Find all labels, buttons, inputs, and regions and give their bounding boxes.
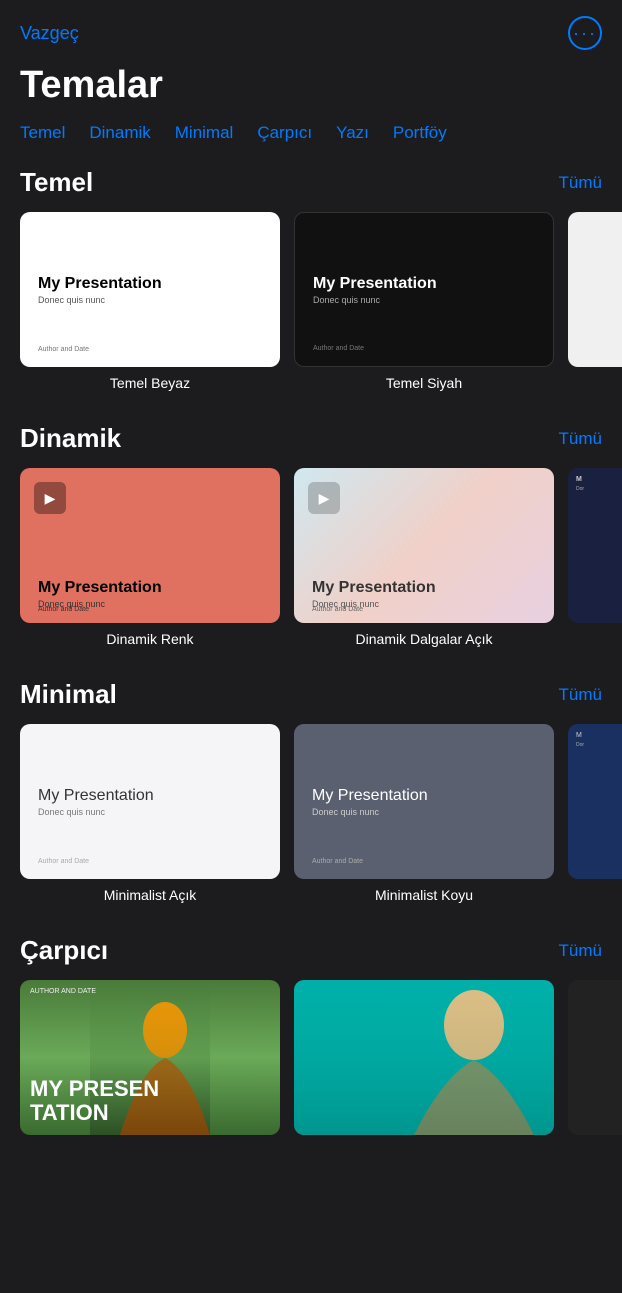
page-title: Temalar xyxy=(0,58,622,123)
top-bar: Vazgeç ··· xyxy=(0,0,622,58)
card-temel-beyaz-label: Temel Beyaz xyxy=(110,375,190,391)
filter-tab-minimal[interactable]: Minimal xyxy=(175,123,234,143)
section-header-minimal: Minimal Tümü xyxy=(0,671,622,724)
card-wrapper-carpici-1: AUTHOR AND DATE MY PRESENTATION xyxy=(20,980,280,1143)
section-header-carpici: Çarpıcı Tümü xyxy=(0,927,622,980)
card-temel-partial[interactable] xyxy=(568,212,622,367)
card-temel-siyah[interactable]: My Presentation Donec quis nunc Author a… xyxy=(294,212,554,367)
card-temel-beyaz-author: Author and Date xyxy=(38,346,89,353)
minimal-cards-row: My Presentation Donec quis nunc Author a… xyxy=(0,724,622,903)
section-title-minimal: Minimal xyxy=(20,679,117,710)
filter-tabs: Temel Dinamik Minimal Çarpıcı Yazı Portf… xyxy=(0,123,622,159)
cancel-button[interactable]: Vazgeç xyxy=(20,23,79,44)
more-icon: ··· xyxy=(573,24,597,42)
card-minimal-partial[interactable]: M Dor xyxy=(568,724,622,879)
card-wrapper-carpici-partial xyxy=(568,980,622,1143)
card-wrapper-carpici-2 xyxy=(294,980,554,1143)
section-header-temel: Temel Tümü xyxy=(0,159,622,212)
filter-tab-yazi[interactable]: Yazı xyxy=(336,123,369,143)
card-minimalist-acik-label: Minimalist Açık xyxy=(104,887,197,903)
section-title-carpici: Çarpıcı xyxy=(20,935,108,966)
carpici-1-author-text: AUTHOR AND DATE xyxy=(30,988,96,995)
card-wrapper-temel-beyaz: My Presentation Donec quis nunc Author a… xyxy=(20,212,280,391)
dinamik-cards-row: ▶ My Presentation Donec quis nunc Author… xyxy=(0,468,622,647)
section-all-carpici[interactable]: Tümü xyxy=(559,941,602,961)
section-minimal: Minimal Tümü My Presentation Donec quis … xyxy=(0,671,622,927)
card-carpici-1[interactable]: AUTHOR AND DATE MY PRESENTATION xyxy=(20,980,280,1135)
card-minimalist-koyu-title: My Presentation xyxy=(312,787,536,805)
card-dinamik-dalgalar-title: My Presentation xyxy=(312,579,536,597)
card-minimalist-acik-sub: Donec quis nunc xyxy=(38,807,262,817)
card-dinamik-renk-title: My Presentation xyxy=(38,579,262,597)
card-temel-siyah-sub: Donec quis nunc xyxy=(313,295,535,305)
section-carpici: Çarpıcı Tümü xyxy=(0,927,622,1167)
section-dinamik: Dinamik Tümü ▶ My Presentation Donec qui… xyxy=(0,415,622,671)
card-dinamik-partial[interactable]: M Dor xyxy=(568,468,622,623)
play-icon-dinamik-dalgalar: ▶ xyxy=(308,482,340,514)
filter-tab-temel[interactable]: Temel xyxy=(20,123,65,143)
card-dinamik-renk-label: Dinamik Renk xyxy=(106,631,193,647)
carpici-cards-row: AUTHOR AND DATE MY PRESENTATION xyxy=(0,980,622,1143)
card-temel-siyah-author: Author and Date xyxy=(313,345,364,352)
card-minimalist-acik[interactable]: My Presentation Donec quis nunc Author a… xyxy=(20,724,280,879)
filter-tab-dinamik[interactable]: Dinamik xyxy=(89,123,150,143)
card-wrapper-dinamik-dalgalar: ▶ My Presentation Donec quis nunc Author… xyxy=(294,468,554,647)
card-minimalist-acik-title: My Presentation xyxy=(38,787,262,805)
card-temel-beyaz-title: My Presentation xyxy=(38,275,262,293)
card-temel-beyaz[interactable]: My Presentation Donec quis nunc Author a… xyxy=(20,212,280,367)
card-wrapper-minimalist-acik: My Presentation Donec quis nunc Author a… xyxy=(20,724,280,903)
card-dinamik-renk[interactable]: ▶ My Presentation Donec quis nunc Author… xyxy=(20,468,280,623)
card-minimalist-koyu-sub: Donec quis nunc xyxy=(312,807,536,817)
temel-cards-row: My Presentation Donec quis nunc Author a… xyxy=(0,212,622,391)
section-title-dinamik: Dinamik xyxy=(20,423,121,454)
card-temel-siyah-label: Temel Siyah xyxy=(386,375,462,391)
section-temel: Temel Tümü My Presentation Donec quis nu… xyxy=(0,159,622,415)
section-all-minimal[interactable]: Tümü xyxy=(559,685,602,705)
card-minimalist-koyu-label: Minimalist Koyu xyxy=(375,887,473,903)
card-wrapper-minimal-partial: M Dor xyxy=(568,724,622,903)
card-dinamik-dalgalar-label: Dinamik Dalgalar Açık xyxy=(356,631,493,647)
play-icon-dinamik-renk: ▶ xyxy=(34,482,66,514)
section-title-temel: Temel xyxy=(20,167,93,198)
card-wrapper-temel-partial xyxy=(568,212,622,391)
card-minimalist-koyu-author: Author and Date xyxy=(312,858,363,865)
filter-tab-carpici[interactable]: Çarpıcı xyxy=(257,123,312,143)
carpici-1-title: MY PRESENTATION xyxy=(30,1077,159,1125)
card-dinamik-dalgalar[interactable]: ▶ My Presentation Donec quis nunc Author… xyxy=(294,468,554,623)
card-dinamik-dalgalar-author: Author and Date xyxy=(312,606,363,613)
carpici-2-bg xyxy=(294,980,554,1135)
card-carpici-partial[interactable] xyxy=(568,980,622,1135)
filter-tab-portfoy[interactable]: Portföy xyxy=(393,123,447,143)
section-all-temel[interactable]: Tümü xyxy=(559,173,602,193)
card-wrapper-minimalist-koyu: My Presentation Donec quis nunc Author a… xyxy=(294,724,554,903)
section-all-dinamik[interactable]: Tümü xyxy=(559,429,602,449)
card-temel-beyaz-sub: Donec quis nunc xyxy=(38,295,262,305)
card-minimalist-acik-author: Author and Date xyxy=(38,858,89,865)
section-header-dinamik: Dinamik Tümü xyxy=(0,415,622,468)
card-minimalist-koyu[interactable]: My Presentation Donec quis nunc Author a… xyxy=(294,724,554,879)
card-wrapper-dinamik-renk: ▶ My Presentation Donec quis nunc Author… xyxy=(20,468,280,647)
more-button[interactable]: ··· xyxy=(568,16,602,50)
card-temel-siyah-title: My Presentation xyxy=(313,275,535,293)
card-wrapper-dinamik-partial: M Dor xyxy=(568,468,622,647)
card-carpici-2[interactable] xyxy=(294,980,554,1135)
card-dinamik-renk-author: Author and Date xyxy=(38,606,89,613)
card-wrapper-temel-siyah: My Presentation Donec quis nunc Author a… xyxy=(294,212,554,391)
